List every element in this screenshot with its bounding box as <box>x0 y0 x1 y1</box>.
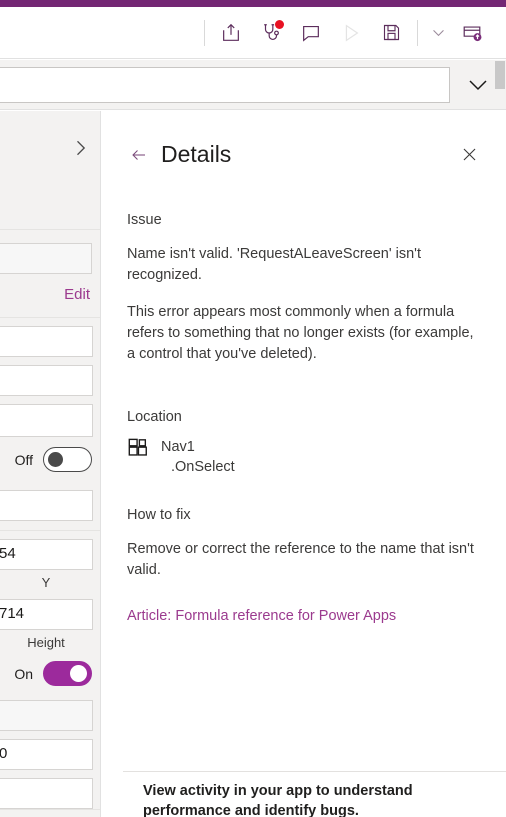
property-extra-input[interactable] <box>0 778 93 809</box>
property-toggle-off-row: Off <box>0 437 100 482</box>
property-dropdown-row <box>0 230 100 274</box>
property-x-input[interactable]: 54 <box>0 539 93 570</box>
expand-chevron-right-icon[interactable] <box>70 137 90 164</box>
location-text: Nav1 .OnSelect <box>161 437 235 477</box>
issue-text: Name isn't valid. 'RequestALeaveScreen' … <box>127 246 421 283</box>
location-property-name: .OnSelect <box>171 459 235 475</box>
details-header: Details <box>102 111 506 168</box>
property-field-4[interactable] <box>0 490 93 521</box>
details-title: Details <box>161 141 232 167</box>
toggle-on-label: On <box>14 665 33 682</box>
save-menu-chevron-down-icon[interactable] <box>424 13 452 53</box>
property-field-2[interactable] <box>0 365 93 396</box>
property-toggle-on[interactable] <box>43 661 92 686</box>
toolbar-divider-right <box>417 19 418 46</box>
properties-section-fields: Off <box>0 326 100 531</box>
how-to-fix-heading: How to fix <box>127 507 191 523</box>
property-height-label: Height <box>27 635 65 650</box>
issue-heading: Issue <box>127 212 162 228</box>
property-select[interactable] <box>0 700 93 731</box>
property-y-label: Y <box>41 575 51 590</box>
properties-section-header <box>0 111 100 230</box>
toggle-off-label: Off <box>14 451 33 468</box>
formula-input[interactable] <box>0 67 450 103</box>
control-grid-icon <box>127 438 149 460</box>
details-footer: View activity in your app to understand … <box>123 771 506 817</box>
formula-expand-chevron-down-icon[interactable] <box>456 68 500 102</box>
properties-section-position: 54 Y 714 Height On 0 <box>0 539 100 810</box>
command-toolbar <box>0 7 506 59</box>
issue-explanation: This error appears most commonly when a … <box>127 304 474 362</box>
property-y-input[interactable]: 714 <box>0 599 93 630</box>
property-field-3[interactable] <box>0 404 93 437</box>
property-field-1[interactable] <box>0 326 93 357</box>
publish-icon[interactable] <box>452 13 492 53</box>
property-last-input[interactable]: 0 <box>0 739 93 770</box>
close-icon[interactable] <box>456 142 482 168</box>
comments-icon[interactable] <box>291 13 331 53</box>
app-checker-icon[interactable] <box>251 13 291 53</box>
save-icon[interactable] <box>371 13 411 53</box>
property-toggle-on-row: On <box>0 651 100 696</box>
location-row: Nav1 .OnSelect <box>127 437 482 477</box>
how-to-fix-text: Remove or correct the reference to the n… <box>127 541 474 578</box>
formula-bar-row <box>0 60 506 110</box>
preview-play-icon[interactable] <box>331 13 371 53</box>
location-control-name: Nav1 <box>161 439 195 455</box>
details-body: Issue Name isn't valid. 'RequestALeaveSc… <box>102 212 506 625</box>
power-apps-studio: Edit Off 54 Y 714 Height On 0 <box>0 0 506 817</box>
footer-text: View activity in your app to understand … <box>143 783 413 817</box>
property-toggle-off[interactable] <box>43 447 92 472</box>
property-dropdown[interactable] <box>0 243 92 274</box>
edit-link[interactable]: Edit <box>0 274 100 317</box>
brand-bar <box>0 0 506 7</box>
share-icon[interactable] <box>211 13 251 53</box>
toolbar-divider-left <box>204 19 205 46</box>
back-arrow-icon[interactable] <box>127 143 151 167</box>
location-heading: Location <box>127 409 182 425</box>
article-link[interactable]: Article: Formula reference for Power App… <box>127 608 396 624</box>
app-checker-badge <box>275 19 284 29</box>
properties-pane: Edit Off 54 Y 714 Height On 0 <box>0 111 101 817</box>
details-panel: Details Issue Name isn't valid. 'Request… <box>102 111 506 817</box>
properties-section-data: Edit <box>0 230 100 318</box>
